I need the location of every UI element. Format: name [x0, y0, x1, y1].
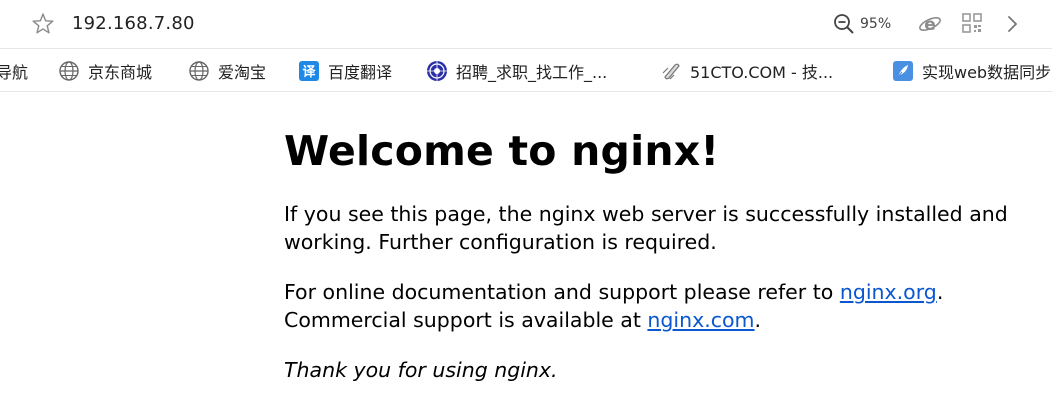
thank-you-text: Thank you for using nginx.: [284, 358, 558, 382]
baidu-translate-icon: 译: [299, 61, 319, 81]
51cto-icon: [662, 63, 680, 80]
star-icon[interactable]: [30, 11, 56, 37]
feather-icon: [893, 61, 913, 81]
bookmark-label: 招聘_求职_找工作_...: [456, 63, 608, 82]
address-bar: 192.168.7.80 95% e: [0, 0, 1052, 48]
nginx-org-link[interactable]: nginx.org: [840, 280, 937, 304]
bookmark-label: 百度翻译: [328, 63, 393, 82]
punctuation: .: [936, 280, 944, 304]
bookmark-label: 爱淘宝: [218, 63, 267, 82]
support-paragraph: For online documentation and support ple…: [284, 278, 1024, 334]
qr-code-icon[interactable]: [962, 13, 982, 33]
intro-paragraph: If you see this page, the nginx web serv…: [284, 202, 1008, 254]
commercial-support-text: Commercial support is available at: [284, 308, 648, 332]
bookmark-label: 51CTO.COM - 技...: [690, 63, 834, 82]
bookmark-jd[interactable]: 京东商城: [58, 58, 152, 84]
page-title: Welcome to nginx!: [284, 127, 720, 175]
bookmark-web-sync[interactable]: 实现web数据同步: [892, 58, 1051, 84]
nginx-com-link[interactable]: nginx.com: [647, 308, 754, 332]
svg-text:e: e: [924, 15, 936, 35]
page-content: Welcome to nginx! If you see this page, …: [284, 92, 1024, 384]
zoom-level[interactable]: 95%: [860, 14, 891, 34]
bookmark-baidu-translate[interactable]: 译 百度翻译: [298, 58, 392, 84]
svg-text:译: 译: [302, 65, 316, 80]
ie-icon[interactable]: e: [918, 12, 942, 36]
bookmarks-bar: 导航 京东商城 爱淘宝 译 百度翻译: [0, 48, 1052, 92]
bookmark-navigation[interactable]: 导航: [0, 58, 28, 84]
recruit-site-icon: [427, 61, 447, 81]
bookmark-recruit[interactable]: 招聘_求职_找工作_...: [426, 58, 607, 84]
support-text: For online documentation and support ple…: [284, 280, 840, 304]
bookmark-label: 京东商城: [88, 63, 153, 82]
bookmark-label: 实现web数据同步: [922, 63, 1052, 82]
bookmark-taobao[interactable]: 爱淘宝: [188, 58, 266, 84]
globe-icon: [59, 61, 79, 81]
bookmark-51cto[interactable]: 51CTO.COM - 技...: [660, 58, 833, 84]
chevron-right-icon[interactable]: [1002, 13, 1022, 35]
globe-icon: [189, 61, 209, 81]
bookmark-label: 导航: [0, 63, 29, 82]
url-field[interactable]: 192.168.7.80: [72, 11, 195, 37]
punctuation: .: [754, 308, 762, 332]
zoom-icon[interactable]: [832, 12, 856, 36]
